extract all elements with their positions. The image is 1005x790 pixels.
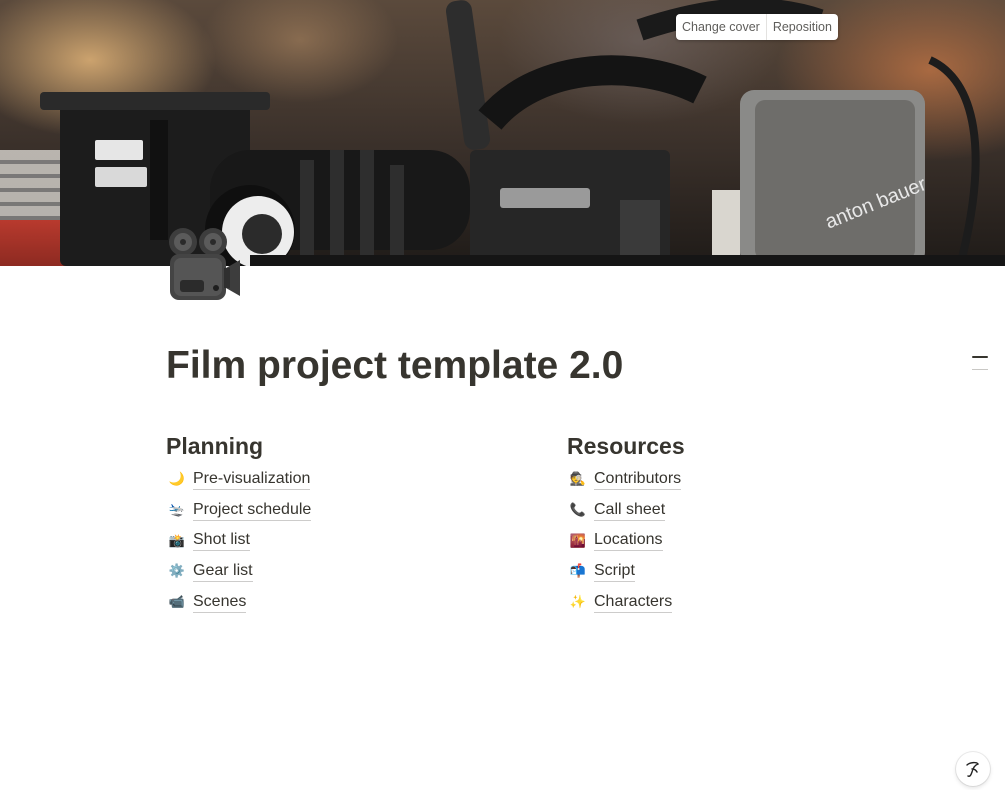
cinema-camera-illustration: anton bauer	[40, 0, 1005, 266]
video-camera-icon: 📹	[168, 594, 186, 610]
page-link-shot-list[interactable]: 📸 Shot list	[166, 525, 466, 556]
page-link-call-sheet[interactable]: 📞 Call sheet	[567, 495, 867, 526]
page-link-label[interactable]: Script	[594, 561, 635, 582]
page-link-characters[interactable]: ✨ Characters	[567, 587, 867, 618]
toc-inactive-line	[972, 369, 988, 370]
page-link-gear-list[interactable]: ⚙️ Gear list	[166, 556, 466, 587]
page-link-label[interactable]: Pre-visualization	[193, 469, 311, 490]
gear-icon: ⚙️	[168, 563, 186, 579]
sparkles-icon: ✨	[569, 594, 587, 610]
toc-active-line	[972, 356, 988, 358]
page-link-label[interactable]: Gear list	[193, 561, 253, 582]
page-link-scenes[interactable]: 📹 Scenes	[166, 587, 466, 618]
cover-image[interactable]: anton bauer Change cover Reposition	[0, 0, 1005, 266]
change-cover-button[interactable]: Change cover	[676, 14, 766, 40]
camera-flash-icon: 📸	[168, 532, 186, 548]
cover-actions: Change cover Reposition	[676, 14, 838, 40]
page-link-label[interactable]: Shot list	[193, 530, 250, 552]
page-link-script[interactable]: 📬 Script	[567, 556, 867, 587]
planning-heading: Planning	[166, 433, 264, 459]
page-link-locations[interactable]: 🌇 Locations	[567, 525, 867, 556]
page-title[interactable]: Film project template 2.0	[166, 340, 623, 392]
telephone-receiver-icon: 📞	[569, 502, 587, 518]
mailbox-icon: 📬	[569, 563, 587, 579]
page-link-label[interactable]: Scenes	[193, 592, 247, 613]
resources-column: Resources 🕵️ Contributors 📞 Call sheet 🌇…	[567, 430, 867, 617]
reposition-button[interactable]: Reposition	[765, 14, 838, 40]
airplane-arrival-icon: 🛬	[168, 502, 186, 518]
planning-column: Planning 🌙 Pre-visualization 🛬 Project s…	[166, 430, 466, 617]
page-link-contributors[interactable]: 🕵️ Contributors	[567, 464, 867, 495]
page-link-project-schedule[interactable]: 🛬 Project schedule	[166, 495, 466, 526]
help-signature-icon	[966, 761, 979, 777]
page-link-label[interactable]: Locations	[594, 530, 663, 552]
page-link-label[interactable]: Project schedule	[193, 500, 312, 521]
page-link-label[interactable]: Characters	[594, 592, 673, 613]
detective-icon: 🕵️	[569, 471, 587, 487]
page-link-label[interactable]: Call sheet	[594, 500, 666, 521]
resources-heading: Resources	[567, 433, 685, 459]
page-link-label[interactable]: Contributors	[594, 469, 682, 490]
notion-page: anton bauer Change cover Reposition Film…	[0, 0, 1005, 790]
movie-camera-icon[interactable]	[166, 226, 244, 304]
help-button[interactable]	[956, 752, 990, 786]
city-sunset-icon: 🌇	[569, 532, 587, 548]
table-of-contents-toggle[interactable]	[968, 352, 990, 374]
page-link-pre-visualization[interactable]: 🌙 Pre-visualization	[166, 464, 466, 495]
crescent-moon-icon: 🌙	[168, 471, 186, 487]
